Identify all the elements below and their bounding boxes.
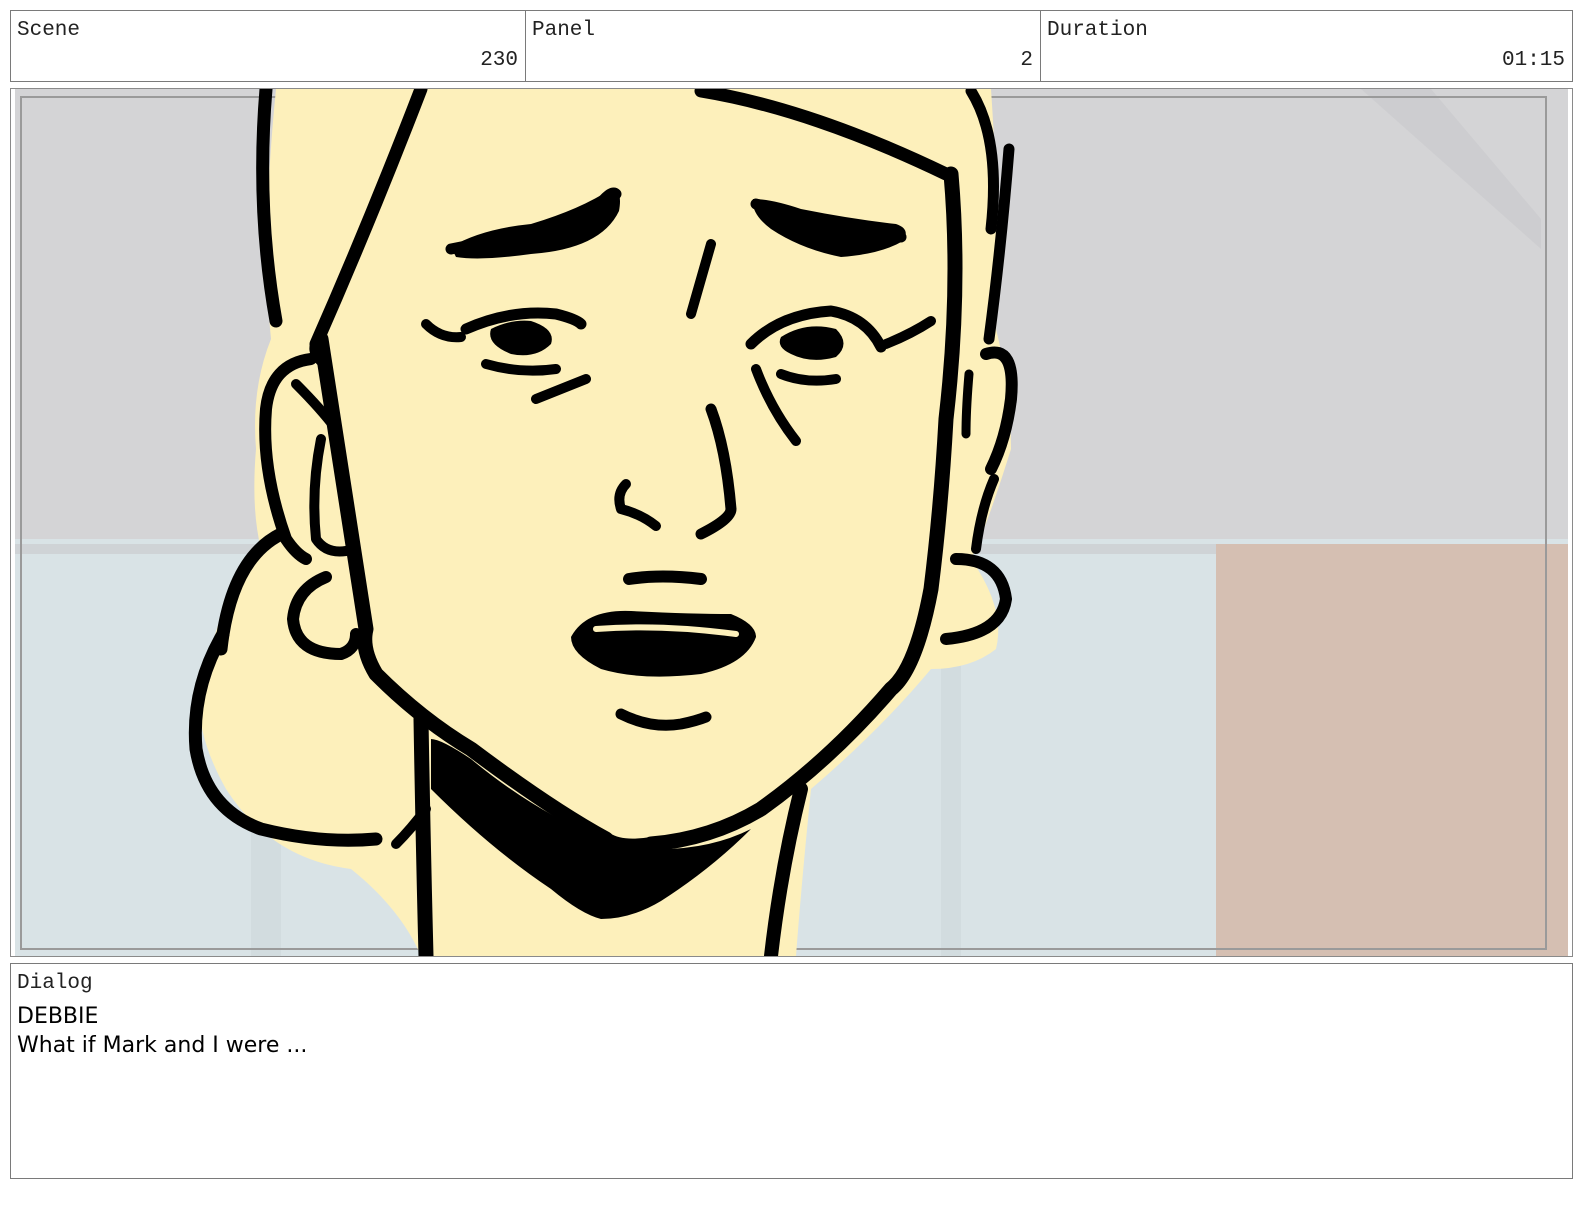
dialog-box[interactable]: Dialog DEBBIE What if Mark and I were ..… bbox=[10, 963, 1573, 1179]
cartoon-face-drawing bbox=[11, 89, 1572, 956]
scene-label: Scene bbox=[17, 19, 81, 42]
panel-header: Scene 230 Panel 2 Duration 01:15 bbox=[10, 10, 1573, 82]
panel-number[interactable]: 2 bbox=[1020, 49, 1033, 72]
duration-value[interactable]: 01:15 bbox=[1502, 49, 1565, 72]
storyboard-frame[interactable] bbox=[10, 88, 1573, 957]
panel-cell: Panel 2 bbox=[526, 11, 1041, 81]
scene-number[interactable]: 230 bbox=[480, 49, 518, 72]
duration-label: Duration bbox=[1047, 19, 1148, 42]
dialog-label: Dialog bbox=[17, 972, 93, 995]
dialog-speaker[interactable]: DEBBIE bbox=[17, 1004, 98, 1029]
panel-label: Panel bbox=[532, 19, 596, 42]
duration-cell: Duration 01:15 bbox=[1041, 11, 1572, 81]
scene-cell: Scene 230 bbox=[11, 11, 526, 81]
dialog-line[interactable]: What if Mark and I were ... bbox=[17, 1033, 307, 1058]
